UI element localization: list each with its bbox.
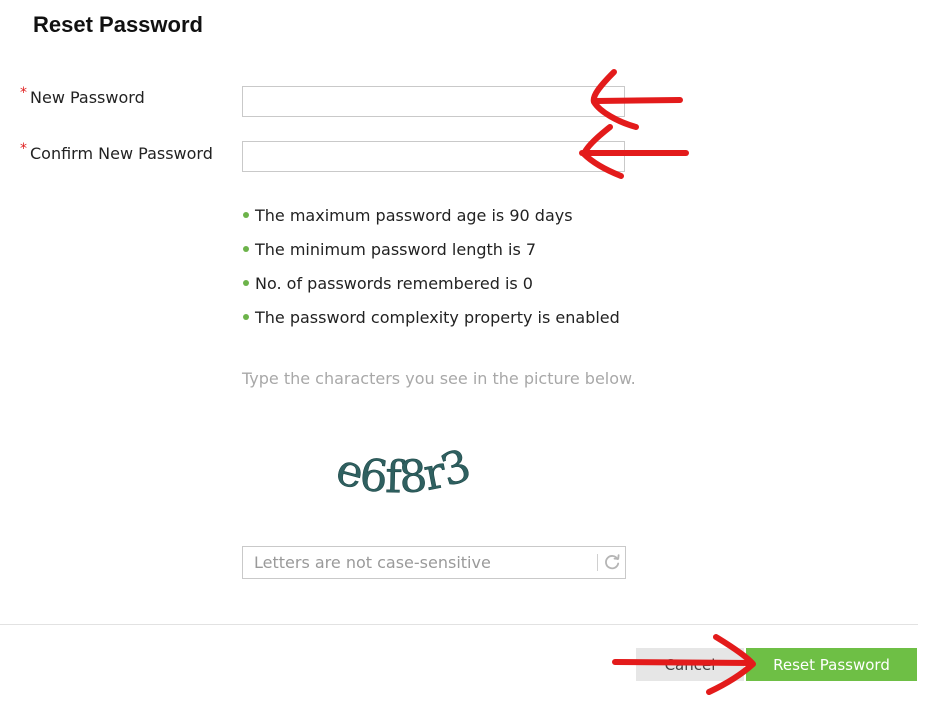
bullet-icon (243, 245, 249, 252)
cancel-button[interactable]: Cancel (636, 648, 744, 681)
captcha-separator (597, 554, 598, 571)
reset-password-page: Reset Password * New Password * Confirm Ne… (0, 0, 930, 703)
password-policy-list: The maximum password age is 90 days The … (243, 203, 620, 339)
new-password-input[interactable] (242, 86, 625, 117)
policy-rule-text: The maximum password age is 90 days (255, 206, 573, 225)
captcha-input[interactable] (243, 547, 595, 578)
policy-rule: The maximum password age is 90 days (243, 203, 620, 237)
required-marker: * (20, 141, 27, 157)
confirm-password-label-text: Confirm New Password (30, 144, 213, 163)
captcha-image: e6f8r3 (331, 440, 478, 504)
policy-rule: The password complexity property is enab… (243, 305, 620, 339)
policy-rule-text: The password complexity property is enab… (255, 308, 620, 327)
page-title: Reset Password (33, 12, 203, 37)
new-password-label-text: New Password (30, 88, 145, 107)
svg-text:e6f8r3: e6f8r3 (331, 440, 476, 503)
captcha-text: e6f8r3 (331, 440, 478, 504)
policy-rule: No. of passwords remembered is 0 (243, 271, 620, 305)
bullet-icon (243, 279, 249, 286)
footer-divider (0, 624, 918, 625)
policy-rule-text: No. of passwords remembered is 0 (255, 274, 533, 293)
required-marker: * (20, 85, 27, 101)
refresh-icon[interactable] (601, 551, 623, 573)
reset-password-button[interactable]: Reset Password (746, 648, 917, 681)
policy-rule-text: The minimum password length is 7 (255, 240, 537, 259)
bullet-icon (243, 313, 249, 320)
confirm-password-input[interactable] (242, 141, 625, 172)
confirm-password-label: * Confirm New Password (20, 141, 213, 163)
bullet-icon (243, 211, 249, 218)
new-password-label: * New Password (20, 85, 145, 107)
policy-rule: The minimum password length is 7 (243, 237, 620, 271)
captcha-field (242, 546, 626, 579)
captcha-hint: Type the characters you see in the pictu… (242, 369, 636, 388)
